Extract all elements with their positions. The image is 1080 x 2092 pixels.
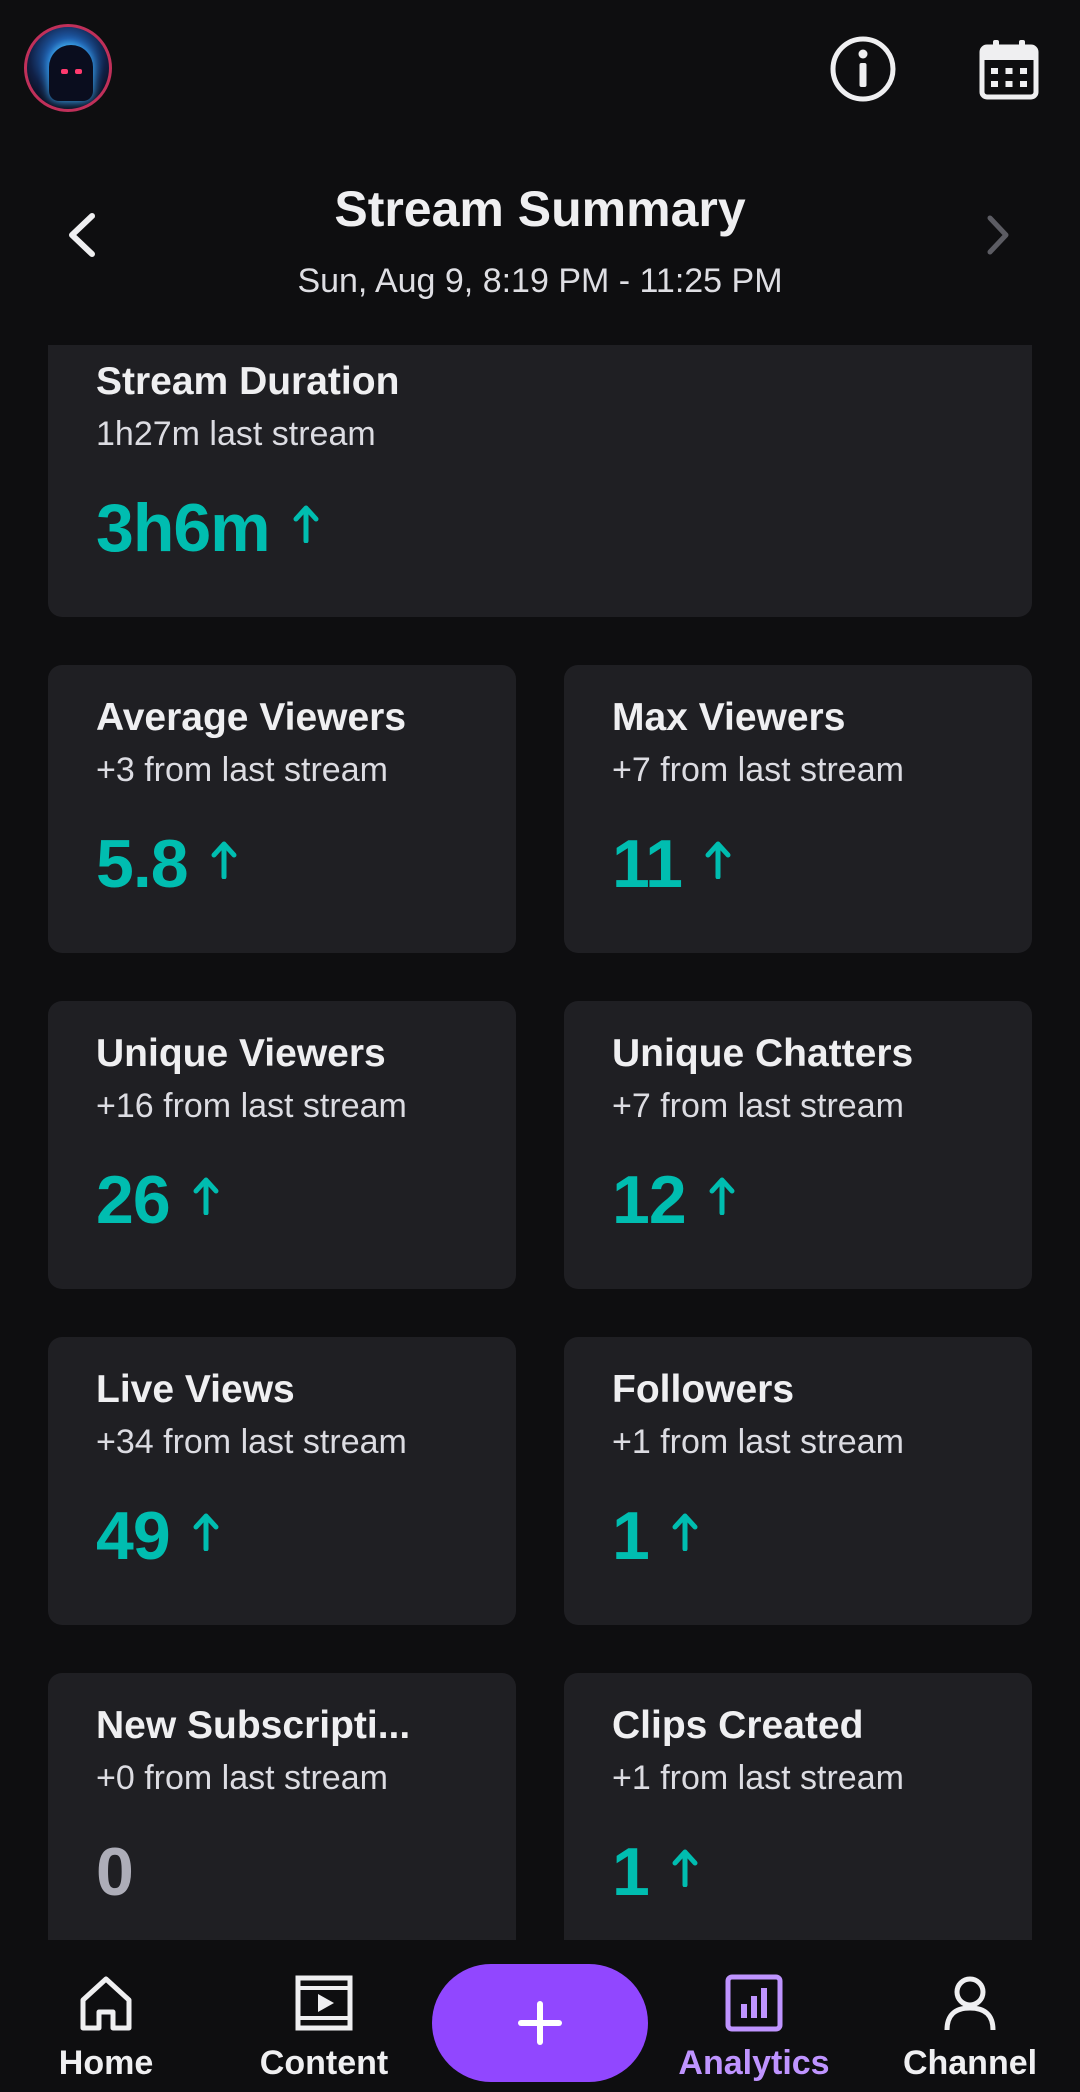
arrow-up-icon [705,841,731,879]
arrow-up-icon [672,1849,698,1887]
stat-title: Average Viewers [96,696,407,739]
stat-card-followers: Followers +1 from last stream 1 [564,1337,1032,1625]
nav-content-label: Content [259,2044,389,2082]
stat-card-max-viewers: Max Viewers +7 from last stream 11 [564,665,1032,953]
stream-date-range: Sun, Aug 9, 8:19 PM - 11:25 PM [297,262,783,300]
avatar-hood [49,45,93,101]
stat-value: 5.8 [96,825,189,902]
calendar-icon [979,40,1039,100]
nav-channel-label: Channel [902,2044,1038,2082]
stat-card-average-viewers: Average Viewers +3 from last stream 5.8 [48,665,516,953]
page-title: Stream Summary [334,181,746,237]
stat-title: Max Viewers [612,696,846,739]
stat-card-unique-viewers: Unique Viewers +16 from last stream 26 [48,1001,516,1289]
arrow-up-icon [672,1513,698,1551]
stat-title: Live Views [96,1368,295,1411]
screen: Stream Summary Sun, Aug 9, 8:19 PM - 11:… [0,0,1080,2092]
stat-value-row: 12 [612,1161,984,1239]
top-bar [0,0,1080,150]
stat-title: Followers [612,1368,795,1411]
stat-value-row: 3h6m [96,489,984,567]
stat-subtitle: +1 from last stream [612,1758,904,1797]
nav-home-label: Home [58,2044,154,2082]
stat-value: 11 [612,825,683,902]
stat-title: Clips Created [612,1704,864,1747]
stat-value-row: 5.8 [96,825,468,903]
stats-list[interactable]: Stream Duration 1h27m last stream 3h6m A… [0,345,1080,1940]
stat-value: 26 [96,1161,171,1238]
stat-card-unique-chatters: Unique Chatters +7 from last stream 12 [564,1001,1032,1289]
nav-home[interactable]: Home [16,1968,196,2083]
stat-value: 0 [96,1833,134,1910]
stat-subtitle: +7 from last stream [612,750,904,789]
arrow-up-icon [193,1513,219,1551]
stat-value-row: 49 [96,1497,468,1575]
stat-value-row: 0 [96,1833,468,1911]
stat-subtitle: +3 from last stream [96,750,388,789]
stat-subtitle: +16 from last stream [96,1086,407,1125]
stat-value-row: 1 [612,1833,984,1911]
stat-subtitle: +34 from last stream [96,1422,407,1461]
stat-title: Unique Viewers [96,1032,386,1075]
create-button[interactable] [432,1964,648,2082]
bottom-nav: Home Content Analytics Channel [0,1940,1080,2092]
stat-value-row: 26 [96,1161,468,1239]
stat-card-new-subscriptions: New Subscripti... +0 from last stream 0 [48,1673,516,1940]
stat-card-duration: Stream Duration 1h27m last stream 3h6m [48,345,1032,617]
nav-analytics[interactable]: Analytics [664,1968,844,2083]
info-icon [830,36,896,102]
nav-channel[interactable]: Channel [880,1968,1060,2083]
nav-analytics-label: Analytics [678,2044,830,2082]
stat-title: Stream Duration [96,360,400,403]
avatar-eye-left [61,69,68,74]
stat-card-live-views: Live Views +34 from last stream 49 [48,1337,516,1625]
nav-content[interactable]: Content [234,1968,414,2083]
video-frame-icon [295,1975,353,2031]
chevron-right-icon [987,215,1009,255]
analytics-icon [725,1974,783,2032]
plus-icon [518,2001,562,2045]
stat-value: 49 [96,1497,171,1574]
user-icon [944,1976,996,2031]
stat-subtitle: +1 from last stream [612,1422,904,1461]
stat-subtitle: +0 from last stream [96,1758,388,1797]
stat-value: 1 [612,1497,650,1574]
avatar[interactable] [24,24,112,112]
arrow-up-icon [193,1177,219,1215]
calendar-button[interactable] [974,34,1044,104]
stat-subtitle: 1h27m last stream [96,414,376,453]
info-button[interactable] [828,34,898,104]
home-icon [80,1976,132,2031]
stat-value-row: 1 [612,1497,984,1575]
stat-title: Unique Chatters [612,1032,914,1075]
stat-value-row: 11 [612,825,984,903]
stat-subtitle: +7 from last stream [612,1086,904,1125]
arrow-up-icon [709,1177,735,1215]
arrow-up-icon [293,505,319,543]
stat-card-clips-created: Clips Created +1 from last stream 1 [564,1673,1032,1940]
stat-value: 12 [612,1161,687,1238]
avatar-eye-right [75,69,82,74]
next-stream-button[interactable] [968,200,1028,270]
stat-value: 1 [612,1833,650,1910]
stat-value: 3h6m [96,489,271,566]
arrow-up-icon [211,841,237,879]
stat-title: New Subscripti... [96,1704,411,1747]
